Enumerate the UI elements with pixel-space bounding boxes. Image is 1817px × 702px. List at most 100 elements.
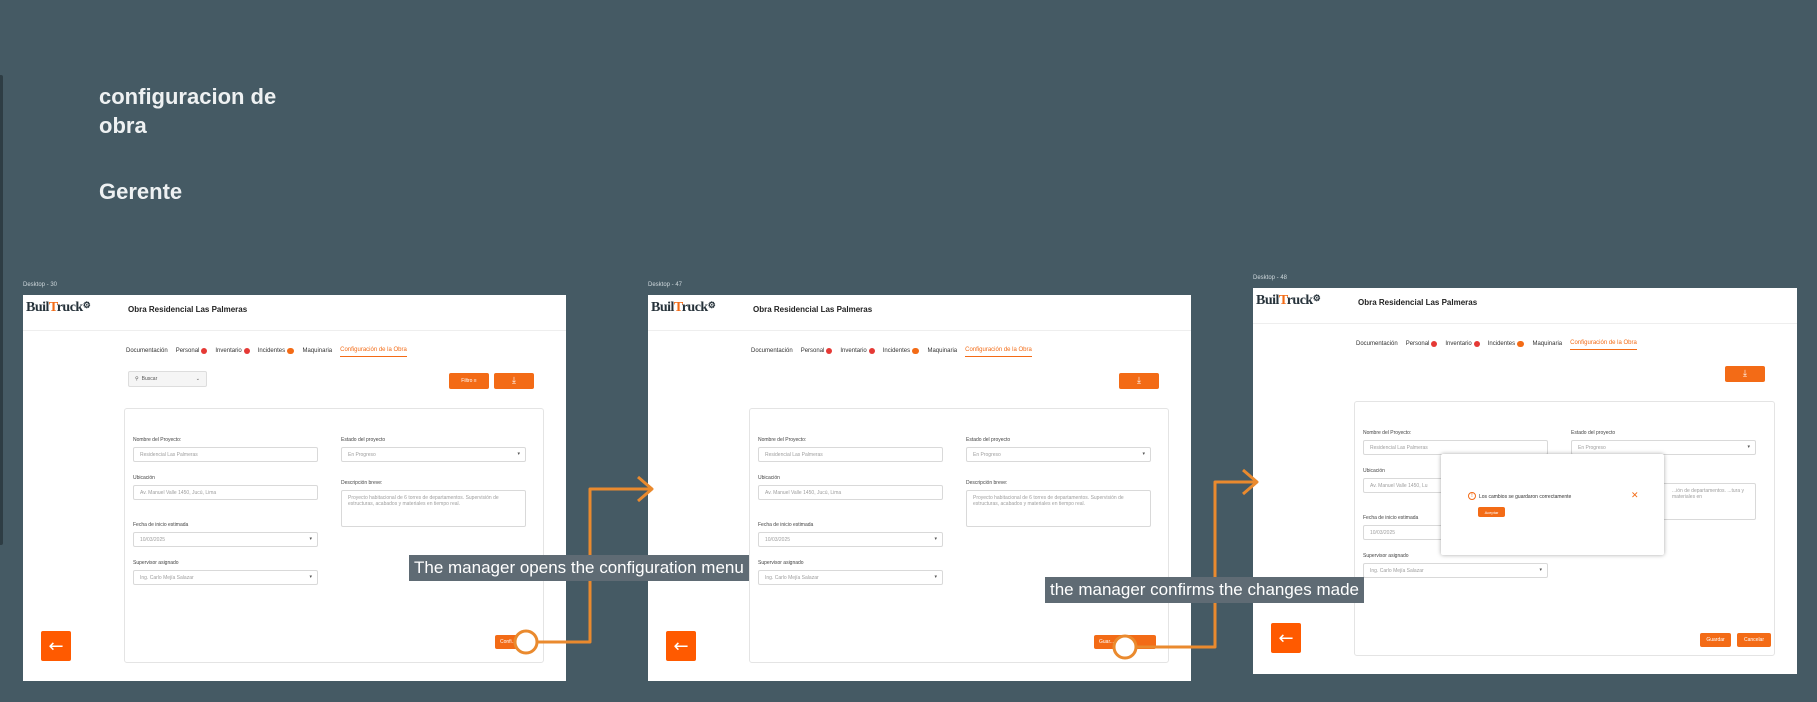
tab-inventario[interactable]: Inventario	[840, 347, 875, 357]
modal-message: Los cambios se guardaron correctamente	[1479, 494, 1572, 500]
description-label: Descripción breve:	[341, 480, 383, 486]
tab-configuracion[interactable]: Configuración de la Obra	[340, 347, 407, 357]
builtruck-logo: BuilTruck⚙	[651, 300, 716, 315]
frame-label: Desktop - 47	[648, 282, 683, 288]
project-title: Obra Residencial Las Palmeras	[1358, 298, 1478, 307]
count-pill	[1517, 340, 1525, 347]
project-name-field[interactable]: Residencial Las Palmeras	[1363, 440, 1548, 455]
tab-incidentes[interactable]: Incidentes	[883, 347, 920, 357]
tab-maquinaria[interactable]: Maquinaria	[927, 347, 957, 357]
alert-dot	[1431, 340, 1438, 347]
tab-configuracion[interactable]: Configuración de la Obra	[965, 347, 1032, 357]
tab-label: Documentación	[126, 347, 168, 354]
supervisor-label: Supervisor asignado	[1363, 553, 1409, 559]
search-input[interactable]: ⚲ Buscar ⌄	[128, 371, 207, 387]
project-title: Obra Residencial Las Palmeras	[753, 305, 873, 314]
tab-configuracion[interactable]: Configuración de la Obra	[1570, 340, 1637, 350]
tab-maquinaria[interactable]: Maquinaria	[1532, 340, 1562, 350]
success-modal: ! Los cambios se guardaron correctamente…	[1441, 454, 1664, 555]
start-date-value: 10/03/2025	[1370, 530, 1396, 536]
start-date-label: Fecha de inicio estimada	[1363, 515, 1419, 521]
status-value: En Progreso	[1578, 445, 1606, 451]
tab-maquinaria[interactable]: Maquinaria	[302, 347, 332, 357]
caption-step-2: the manager confirms the changes made	[1045, 577, 1365, 603]
supervisor-value: Ing. Carlo Mejía Salazar	[1370, 568, 1424, 574]
filter-icon: ≡	[473, 378, 477, 384]
tab-label: Personal	[1405, 340, 1430, 347]
tab-label: Personal	[800, 347, 825, 354]
tab-documentacion[interactable]: Documentación	[1356, 340, 1398, 350]
chevron-down-icon: ▾	[934, 574, 937, 580]
tab-label: Documentación	[1356, 340, 1398, 347]
download-button[interactable]: ⤓	[1725, 366, 1765, 382]
tab-personal[interactable]: Personal	[801, 347, 833, 357]
tab-inventario[interactable]: Inventario	[215, 347, 250, 357]
start-date-value: 10/03/2025	[140, 537, 166, 543]
project-name-field[interactable]: Residencial Las Palmeras	[133, 447, 318, 462]
frame-label: Desktop - 30	[23, 282, 58, 288]
location-label: Ubicación	[758, 475, 780, 481]
chevron-down-icon: ▾	[309, 536, 312, 542]
project-name-field[interactable]: Residencial Las Palmeras	[758, 447, 943, 462]
alert-dot	[201, 347, 208, 354]
tab-documentacion[interactable]: Documentación	[751, 347, 793, 357]
start-date-select[interactable]: 10/03/2025 ▾	[758, 532, 943, 547]
back-button[interactable]: ←	[41, 631, 71, 661]
tab-incidentes[interactable]: Incidentes	[258, 347, 295, 357]
builtruck-logo: BuilTruck⚙	[1256, 293, 1321, 308]
back-button[interactable]: ←	[666, 631, 696, 661]
status-label: Estado del proyecto	[341, 437, 386, 443]
screen-desktop-47: BuilTruck⚙ Obra Residencial Las Palmeras…	[648, 295, 1191, 681]
filter-button[interactable]: Filtro ≡	[449, 373, 489, 389]
frame-label: Desktop - 48	[1253, 275, 1288, 281]
tab-label: Maquinaria	[927, 347, 958, 354]
start-date-value: 10/03/2025	[765, 537, 791, 543]
search-icon: ⚲	[135, 376, 139, 382]
supervisor-select[interactable]: Ing. Carlo Mejía Salazar ▾	[758, 570, 943, 585]
supervisor-select[interactable]: Ing. Carlo Mejía Salazar ▾	[133, 570, 318, 585]
save-button[interactable]: Guar...	[1094, 635, 1156, 649]
cancel-button[interactable]: Cancelar	[1737, 633, 1771, 647]
start-date-select[interactable]: 10/03/2025 ▾	[133, 532, 318, 547]
tab-label: Configuración de la Obra	[1570, 340, 1637, 346]
tab-label: Inventario	[215, 347, 242, 354]
project-title: Obra Residencial Las Palmeras	[128, 305, 248, 314]
accept-button[interactable]: Aceptar	[1478, 507, 1505, 517]
chevron-down-icon: ▾	[1747, 444, 1750, 450]
save-button[interactable]: Guardar	[1700, 633, 1731, 647]
supervisor-value: Ing. Carlo Mejía Salazar	[140, 575, 194, 581]
tab-label: Maquinaria	[302, 347, 333, 354]
location-field[interactable]: Av. Manuel Valle 1450, Jucú, Lima	[133, 485, 318, 500]
tab-bar: Documentación Personal Inventario Incide…	[126, 347, 407, 357]
save-label: Guar...	[1099, 639, 1115, 645]
name-label: Nombre del Proyecto:	[133, 437, 182, 443]
download-button[interactable]: ⤓	[494, 373, 534, 389]
caption-step-1: The manager opens the configuration menu	[409, 555, 749, 581]
chevron-down-icon: ▾	[934, 536, 937, 542]
description-textarea[interactable]: Proyecto habitacional de 6 torres de dep…	[341, 490, 526, 527]
alert-dot	[1473, 340, 1480, 347]
header-divider	[648, 330, 1191, 331]
tab-inventario[interactable]: Inventario	[1445, 340, 1480, 350]
arrow-left-icon: ←	[673, 635, 689, 657]
tab-incidentes[interactable]: Incidentes	[1488, 340, 1525, 350]
description-textarea[interactable]: Proyecto habitacional de 6 torres de dep…	[966, 490, 1151, 527]
save-label: Guardar	[1706, 637, 1725, 643]
back-button[interactable]: ←	[1271, 623, 1301, 653]
tab-personal[interactable]: Personal	[1406, 340, 1438, 350]
chevron-down-icon: ▾	[309, 574, 312, 580]
search-placeholder: Buscar	[141, 376, 158, 382]
configure-button[interactable]: Confi...	[495, 635, 527, 649]
project-form-card: Nombre del Proyecto: Residencial Las Pal…	[749, 408, 1169, 663]
close-icon[interactable]: ✕	[1631, 491, 1639, 501]
status-select[interactable]: En Progreso ▾	[341, 447, 526, 462]
status-select[interactable]: En Progreso ▾	[1571, 440, 1756, 455]
filter-label: Filtro	[461, 378, 473, 384]
tab-documentacion[interactable]: Documentación	[126, 347, 168, 357]
status-value: En Progreso	[973, 452, 1001, 458]
tab-personal[interactable]: Personal	[176, 347, 208, 357]
status-select[interactable]: En Progreso ▾	[966, 447, 1151, 462]
download-button[interactable]: ⤓	[1119, 373, 1159, 389]
location-field[interactable]: Av. Manuel Valle 1450, Jucú, Lima	[758, 485, 943, 500]
supervisor-select[interactable]: Ing. Carlo Mejía Salazar ▾	[1363, 563, 1548, 578]
